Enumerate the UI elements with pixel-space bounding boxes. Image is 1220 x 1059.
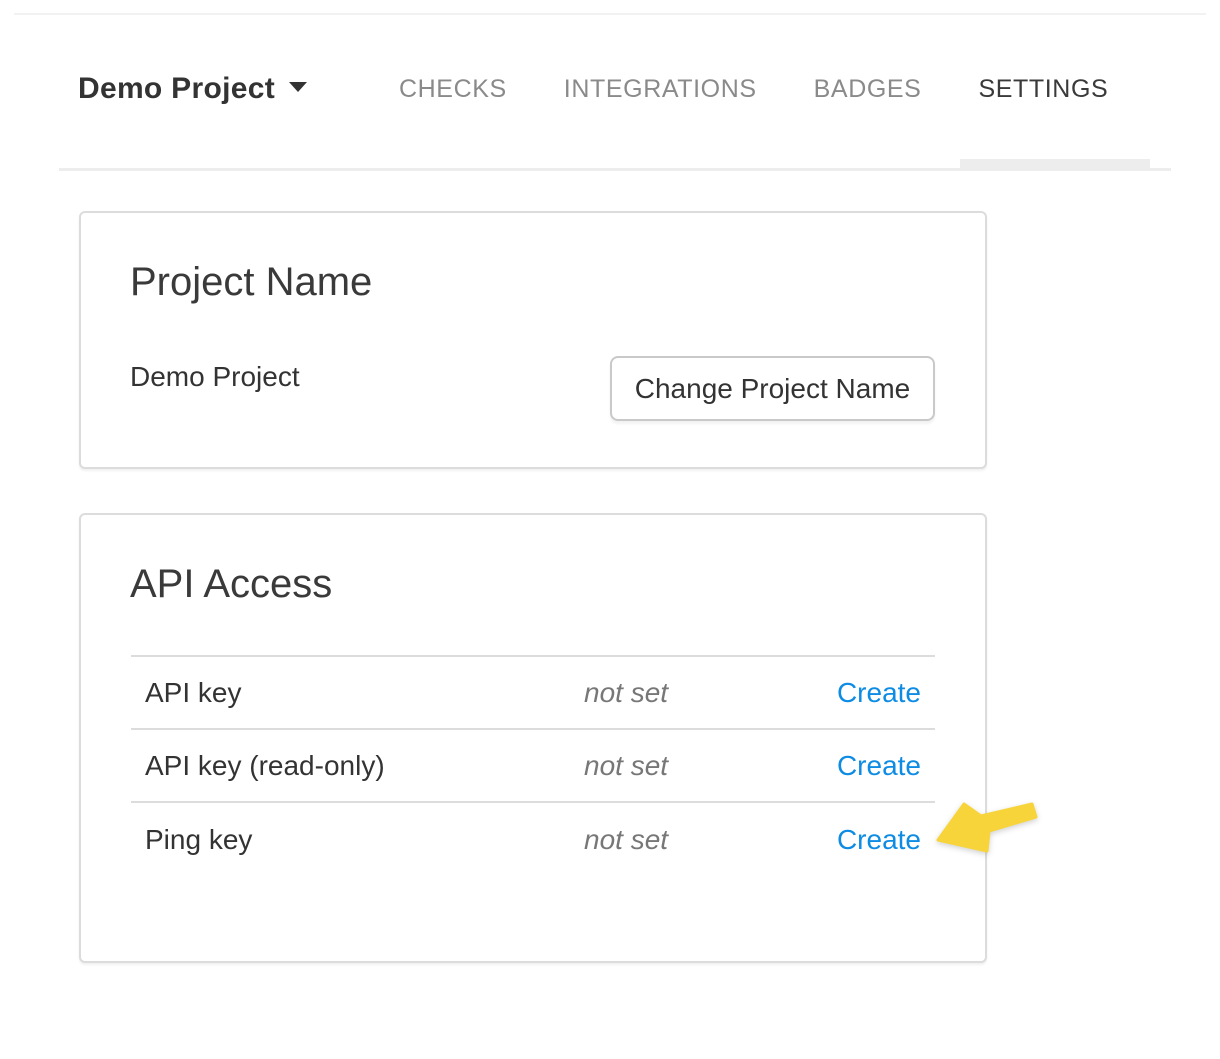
project-title-text: Demo Project — [78, 72, 275, 105]
api-keys-table: API key not set Create API key (read-onl… — [131, 655, 935, 876]
api-key-read-only-value: not set — [584, 750, 801, 782]
window-top-border — [14, 13, 1206, 15]
api-access-card: API Access API key not set Create API ke… — [79, 513, 987, 963]
ping-key-label: Ping key — [145, 824, 584, 856]
create-api-key-link[interactable]: Create — [801, 677, 921, 709]
tab-settings[interactable]: SETTINGS — [978, 74, 1108, 104]
active-tab-indicator — [960, 159, 1150, 168]
create-ping-key-link[interactable]: Create — [801, 824, 921, 856]
nav-divider — [59, 168, 1171, 171]
project-name-card-title: Project Name — [130, 256, 372, 308]
project-nav-tabs: CHECKS INTEGRATIONS BADGES SETTINGS — [399, 74, 1108, 104]
table-row-ping-key: Ping key not set Create — [131, 803, 935, 876]
current-project-name: Demo Project — [130, 360, 300, 394]
tab-integrations[interactable]: INTEGRATIONS — [564, 74, 757, 104]
api-key-value: not set — [584, 677, 801, 709]
create-api-key-read-only-link[interactable]: Create — [801, 750, 921, 782]
chevron-down-icon — [289, 82, 307, 92]
tab-checks[interactable]: CHECKS — [399, 74, 507, 104]
ping-key-value: not set — [584, 824, 801, 856]
project-switcher-dropdown[interactable]: Demo Project — [78, 70, 307, 108]
change-project-name-button[interactable]: Change Project Name — [610, 356, 935, 421]
api-key-read-only-label: API key (read-only) — [145, 750, 584, 782]
table-row-api-key-read-only: API key (read-only) not set Create — [131, 730, 935, 803]
api-access-card-title: API Access — [130, 558, 332, 610]
api-key-label: API key — [145, 677, 584, 709]
tab-badges[interactable]: BADGES — [814, 74, 922, 104]
table-row-api-key: API key not set Create — [131, 657, 935, 730]
project-name-card: Project Name Demo Project Change Project… — [79, 211, 987, 469]
